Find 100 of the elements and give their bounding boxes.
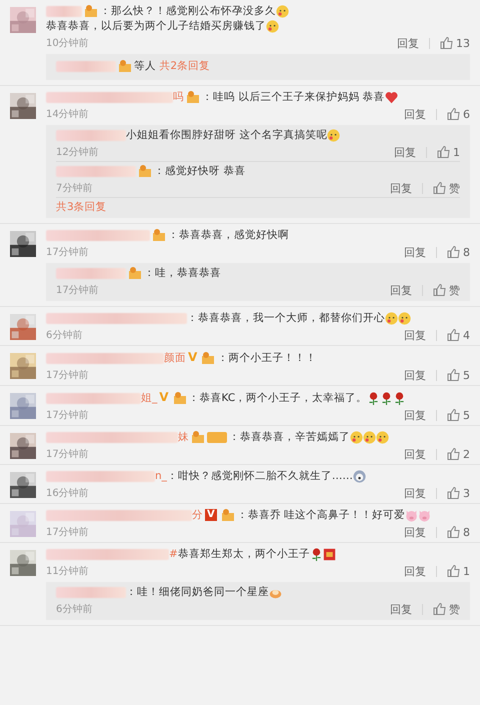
thumbs-up-icon bbox=[433, 182, 446, 194]
user-name[interactable]: 吗 bbox=[173, 91, 184, 103]
like-button[interactable]: 4 bbox=[447, 328, 470, 342]
reply-button[interactable]: 回复 bbox=[390, 180, 412, 196]
thumbs-up-icon bbox=[447, 565, 460, 577]
thumbs-up-icon bbox=[447, 329, 460, 341]
reply-button[interactable]: 回复 bbox=[390, 282, 412, 298]
smiley-face-icon bbox=[350, 430, 363, 444]
like-button[interactable]: 13 bbox=[440, 36, 470, 50]
user-name[interactable]: 分 bbox=[192, 509, 203, 521]
smiley-face-icon bbox=[276, 4, 289, 18]
timestamp: 17分钟前 bbox=[46, 408, 89, 422]
like-button[interactable]: 赞 bbox=[433, 180, 460, 196]
timestamp: 6分钟前 bbox=[46, 328, 82, 342]
smiley-face-icon bbox=[385, 312, 398, 325]
pig-face-icon bbox=[418, 508, 432, 522]
comment-text: ：感觉好快呀 恭喜 bbox=[154, 165, 246, 177]
thumbs-up-icon bbox=[447, 448, 460, 460]
reply-button[interactable]: 回复 bbox=[404, 244, 426, 260]
vip-label: V bbox=[159, 390, 169, 404]
rose-icon bbox=[367, 392, 380, 405]
reply-button[interactable]: 回复 bbox=[404, 106, 426, 122]
blurred-name bbox=[46, 6, 82, 17]
timestamp: 14分钟前 bbox=[46, 108, 89, 121]
rose-icon bbox=[380, 392, 394, 405]
timestamp: 17分钟前 bbox=[56, 284, 99, 297]
comment-text: ：恭喜乔 哇这个高鼻子！！好可爱 bbox=[236, 509, 406, 521]
thumbs-up-icon bbox=[447, 409, 460, 421]
comment-text: ：咁快？感觉刚怀二胎不久就生了…… bbox=[166, 470, 353, 482]
blurred-name bbox=[56, 60, 116, 72]
reply-button[interactable]: 回复 bbox=[394, 144, 416, 160]
thumbs-up-icon bbox=[447, 369, 460, 381]
comment-text: ：恭喜恭喜，感觉好快啊 bbox=[168, 229, 289, 241]
comment-text: ：恭喜KC，两个小王子，太幸福了。 bbox=[188, 392, 368, 404]
like-button[interactable]: 5 bbox=[447, 408, 470, 422]
reply-button[interactable]: 回复 bbox=[404, 408, 426, 422]
rose-icon bbox=[310, 548, 323, 561]
timestamp: 17分钟前 bbox=[46, 246, 89, 259]
timestamp: 7分钟前 bbox=[56, 182, 92, 195]
timestamp: 10分钟前 bbox=[46, 36, 89, 50]
like-button[interactable]: 6 bbox=[447, 108, 470, 120]
timestamp: 6分钟前 bbox=[56, 602, 92, 616]
timestamp: 12分钟前 bbox=[56, 146, 99, 159]
fan-badge bbox=[207, 432, 227, 443]
medal-icon bbox=[152, 229, 166, 242]
comment-text: ：那么快？！感觉刚公布怀孕没多久 bbox=[100, 5, 276, 17]
reply-button[interactable]: 回复 bbox=[404, 486, 426, 500]
comment-text: ：恭喜恭喜，我一个大师，都替你们开心 bbox=[187, 312, 385, 324]
user-name[interactable]: # bbox=[169, 548, 178, 560]
rose-icon bbox=[393, 392, 406, 405]
like-button[interactable]: 8 bbox=[447, 526, 470, 538]
comment-text: 小姐姐看你围脖好甜呀 这个名字真搞笑呢 bbox=[126, 129, 328, 141]
like-button[interactable]: 8 bbox=[447, 246, 470, 258]
thumbs-up-icon bbox=[433, 284, 446, 296]
vip-label: V bbox=[205, 509, 217, 522]
like-button[interactable]: 2 bbox=[447, 448, 470, 460]
like-button[interactable]: 1 bbox=[447, 564, 470, 578]
thumbs-up-icon bbox=[447, 108, 460, 120]
comment-text: 恭喜郑生郑太，两个小王子 bbox=[178, 548, 310, 560]
blurred-name bbox=[56, 130, 126, 141]
medal-icon bbox=[186, 91, 200, 104]
reply-summary-text: 等人 bbox=[134, 60, 156, 72]
reply-button[interactable]: 回复 bbox=[404, 328, 426, 342]
medal-icon bbox=[128, 267, 142, 280]
smiley-face-icon bbox=[266, 20, 279, 33]
like-button[interactable]: 赞 bbox=[433, 282, 460, 298]
reply-button[interactable]: 回复 bbox=[404, 446, 426, 462]
comment-text: ：哇，恭喜恭喜 bbox=[144, 267, 221, 279]
medal-icon bbox=[84, 5, 98, 18]
timestamp: 17分钟前 bbox=[46, 526, 89, 539]
medal-icon bbox=[191, 431, 205, 444]
comment-text: 钱了 bbox=[244, 20, 266, 32]
timestamp: 17分钟前 bbox=[46, 368, 89, 382]
smiley-face-icon bbox=[327, 128, 340, 142]
like-button[interactable]: 1 bbox=[437, 146, 460, 158]
timestamp: 16分钟前 bbox=[46, 486, 89, 500]
user-name[interactable]: n_ bbox=[155, 470, 167, 482]
like-button[interactable]: 赞 bbox=[433, 602, 460, 616]
medal-icon bbox=[201, 352, 216, 364]
user-name[interactable]: 颜面 bbox=[164, 352, 186, 364]
blurred-name bbox=[56, 268, 126, 279]
smiley-face-icon bbox=[363, 430, 376, 444]
reply-button[interactable]: 回复 bbox=[397, 36, 419, 50]
reply-button[interactable]: 回复 bbox=[390, 602, 412, 616]
comment-text: ：恭喜恭喜，辛苦嫣嫣了 bbox=[229, 431, 350, 443]
comment-text: ：哇呜 以后三个王子来保护妈妈 恭喜 bbox=[202, 91, 385, 103]
like-button[interactable]: 5 bbox=[447, 368, 470, 382]
medal-icon bbox=[172, 392, 187, 404]
smiley-face-icon bbox=[376, 430, 389, 444]
medal-icon bbox=[138, 165, 152, 178]
reply-button[interactable]: 回复 bbox=[404, 368, 426, 382]
like-button[interactable]: 3 bbox=[447, 486, 470, 500]
reply-button[interactable]: 回复 bbox=[404, 524, 426, 540]
comment-text: 恭喜恭喜，以后要为两个儿子结婚买房赚 bbox=[46, 20, 244, 32]
reply-button[interactable]: 回复 bbox=[404, 564, 426, 578]
user-name[interactable]: 姐_ bbox=[141, 392, 158, 404]
vip-label: V bbox=[188, 350, 198, 364]
user-name[interactable]: 妹 bbox=[178, 431, 189, 443]
thumbs-up-icon bbox=[447, 246, 460, 258]
blurred-name bbox=[56, 586, 126, 598]
